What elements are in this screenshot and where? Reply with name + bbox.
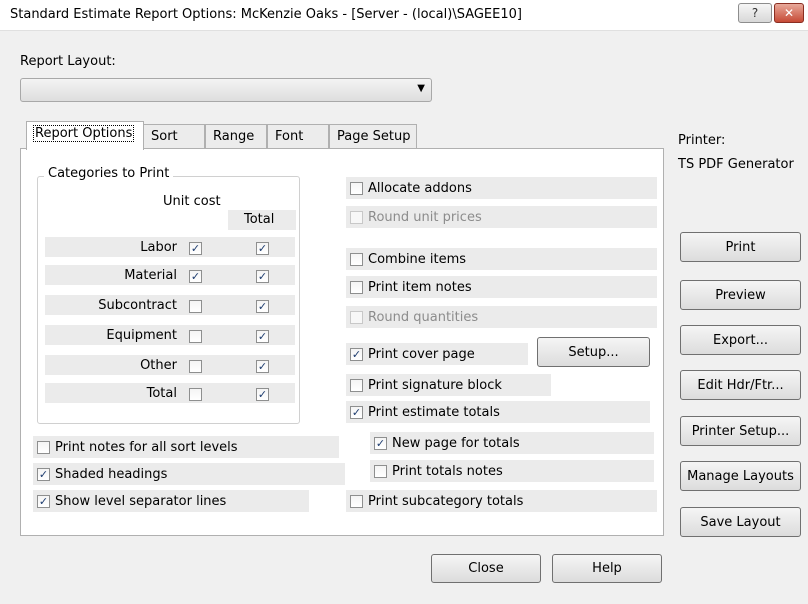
printer-name: TS PDF Generator [678,157,794,172]
category-label: Labor [140,240,177,255]
labor-total-checkbox[interactable]: ✓ [256,242,269,255]
other-unit-cost-checkbox[interactable] [189,360,202,373]
total-unit-cost-checkbox[interactable] [189,388,202,401]
round-unit-prices-checkbox [350,210,363,224]
title-bar: Standard Estimate Report Options: McKenz… [0,0,808,31]
print-totals-notes-checkbox[interactable] [374,464,387,478]
category-label: Equipment [106,328,177,343]
combine-items-option[interactable]: Combine items [346,248,657,270]
shaded-headings-checkbox[interactable]: ✓ [37,467,50,481]
print-signature-block-checkbox[interactable] [350,378,363,392]
option-label: Print subcategory totals [368,493,524,509]
option-label: Print item notes [368,279,472,295]
category-label: Total [146,386,177,401]
total-header: Total [244,212,275,227]
show-level-separator-checkbox[interactable]: ✓ [37,494,50,508]
category-label: Material [124,268,177,283]
print-subcategory-totals-checkbox[interactable] [350,494,363,508]
print-totals-notes-option[interactable]: Print totals notes [370,460,654,482]
tab-label: Page Setup [337,129,411,144]
manage-layouts-button[interactable]: Manage Layouts [680,461,801,491]
equipment-total-checkbox[interactable]: ✓ [256,330,269,343]
save-layout-button[interactable]: Save Layout [680,507,801,537]
print-notes-all-levels-checkbox[interactable] [37,440,50,454]
round-unit-prices-option: Round unit prices [346,206,657,228]
option-label: Allocate addons [368,180,472,196]
tab-sort[interactable]: Sort [143,124,205,149]
tab-label: Range [213,129,255,144]
other-total-checkbox[interactable]: ✓ [256,360,269,373]
print-item-notes-option[interactable]: Print item notes [346,276,657,298]
shaded-headings-option[interactable]: ✓ Shaded headings [33,463,345,485]
print-notes-all-levels-option[interactable]: Print notes for all sort levels [33,436,339,458]
option-label: Print notes for all sort levels [55,439,238,455]
allocate-addons-option[interactable]: Allocate addons [346,177,657,199]
option-label: New page for totals [392,435,520,451]
material-unit-cost-checkbox[interactable]: ✓ [189,270,202,283]
option-label: Print signature block [368,377,502,393]
report-layout-dropdown[interactable]: ▼ [20,78,432,102]
tab-font[interactable]: Font [267,124,329,149]
print-cover-page-option[interactable]: ✓ Print cover page [346,343,528,365]
combine-items-checkbox[interactable] [350,252,363,266]
print-item-notes-checkbox[interactable] [350,280,363,294]
new-page-for-totals-checkbox[interactable]: ✓ [374,436,387,450]
round-quantities-option: Round quantities [346,306,657,328]
close-button[interactable]: Close [431,554,541,583]
option-label: Print estimate totals [368,404,500,420]
option-label: Round unit prices [368,209,482,225]
option-label: Round quantities [368,309,479,325]
tab-label: Sort [151,129,178,144]
help-button[interactable]: Help [552,554,662,583]
export-button[interactable]: Export... [680,325,801,355]
category-label: Other [140,358,177,373]
allocate-addons-checkbox[interactable] [350,181,363,195]
printer-setup-button[interactable]: Printer Setup... [680,416,801,446]
category-label: Subcontract [98,298,177,313]
edit-hdr-ftr-button[interactable]: Edit Hdr/Ftr... [680,370,801,400]
window-title: Standard Estimate Report Options: McKenz… [10,7,522,22]
option-label: Show level separator lines [55,493,227,509]
tab-label: Font [275,129,304,144]
print-estimate-totals-option[interactable]: ✓ Print estimate totals [346,401,650,423]
show-level-separator-option[interactable]: ✓ Show level separator lines [33,490,309,512]
unit-cost-header: Unit cost [163,194,221,209]
option-label: Print cover page [368,346,475,362]
print-subcategory-totals-option[interactable]: Print subcategory totals [346,490,657,512]
tab-report-options[interactable]: Report Options [26,121,144,150]
print-signature-block-option[interactable]: Print signature block [346,374,551,396]
round-quantities-checkbox [350,310,363,324]
tab-range[interactable]: Range [205,124,267,149]
equipment-unit-cost-checkbox[interactable] [189,330,202,343]
print-cover-page-checkbox[interactable]: ✓ [350,347,363,361]
total-total-checkbox[interactable]: ✓ [256,388,269,401]
close-title-button[interactable]: ✕ [774,3,804,23]
new-page-for-totals-option[interactable]: ✓ New page for totals [370,432,654,454]
preview-button[interactable]: Preview [680,280,801,310]
tab-label: Report Options [32,125,135,142]
subcontract-unit-cost-checkbox[interactable] [189,300,202,313]
option-label: Print totals notes [392,463,503,479]
option-label: Combine items [368,251,467,267]
tab-page-setup[interactable]: Page Setup [329,124,417,149]
print-button[interactable]: Print [680,232,801,262]
categories-group-title: Categories to Print [44,166,174,181]
chevron-down-icon: ▼ [417,83,425,94]
printer-label: Printer: [678,133,726,148]
labor-unit-cost-checkbox[interactable]: ✓ [189,242,202,255]
setup-button[interactable]: Setup... [537,337,650,367]
material-total-checkbox[interactable]: ✓ [256,270,269,283]
report-layout-label: Report Layout: [20,54,116,69]
help-title-button[interactable]: ? [738,3,772,23]
print-estimate-totals-checkbox[interactable]: ✓ [350,405,363,419]
option-label: Shaded headings [55,466,168,482]
subcontract-total-checkbox[interactable]: ✓ [256,300,269,313]
